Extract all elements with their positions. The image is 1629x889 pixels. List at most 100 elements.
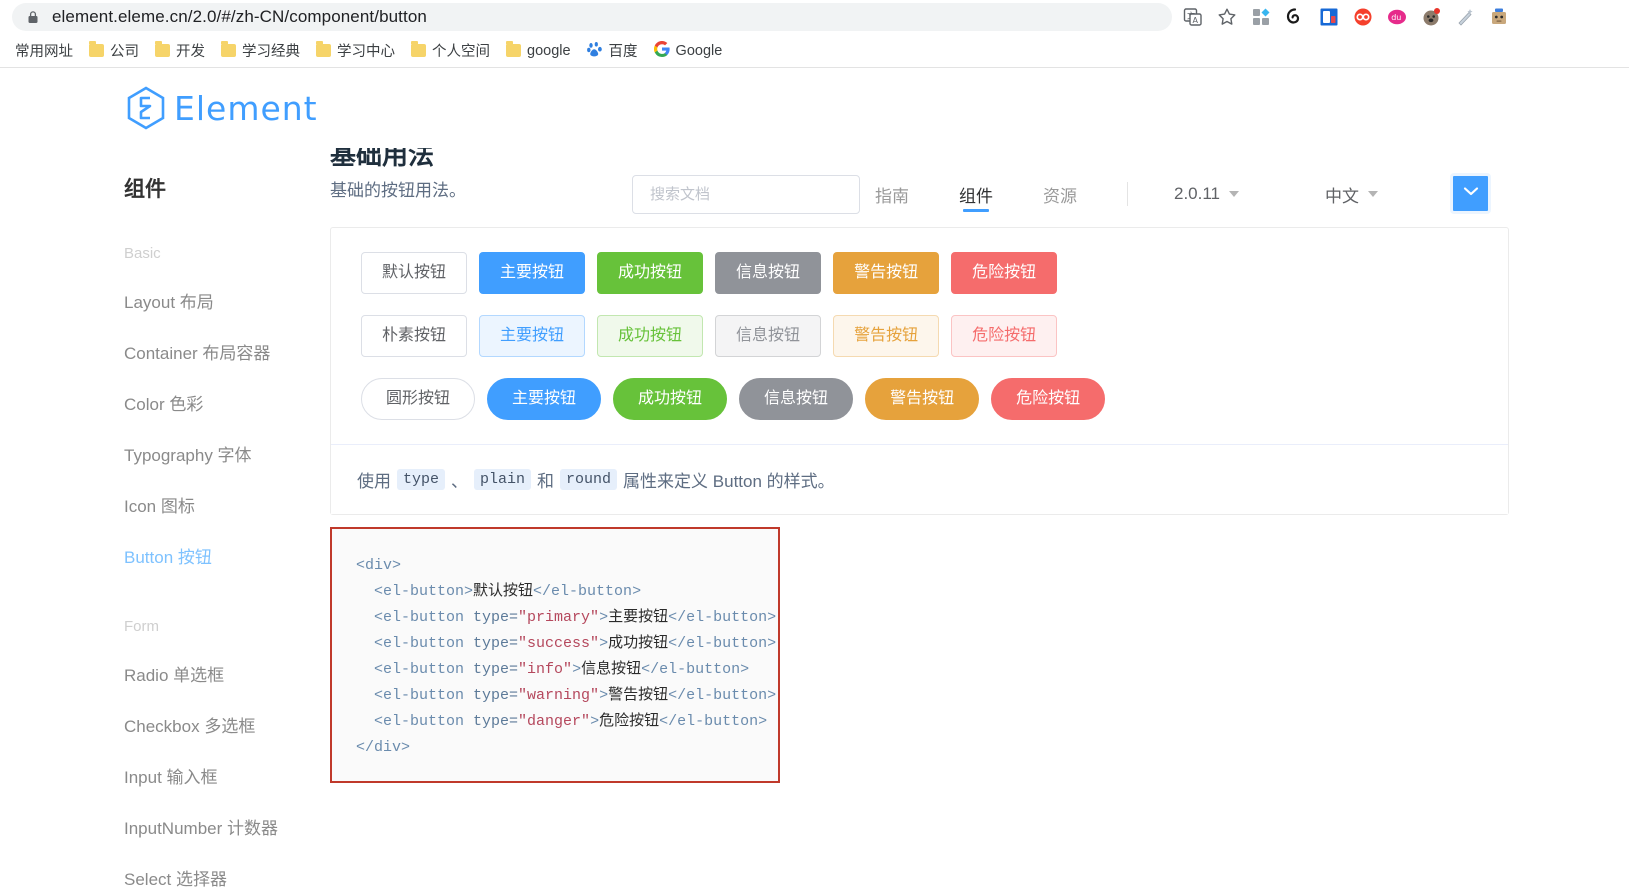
code-token-tag: <el-button	[356, 609, 474, 626]
code-token-tag: </el-button>	[668, 687, 777, 704]
code-token-tag: <el-button>	[356, 583, 474, 600]
bookmark-item[interactable]: 学习中心	[309, 38, 402, 64]
button-plain-success[interactable]: 成功按钮	[597, 315, 704, 357]
button-plain-info[interactable]: 信息按钮	[715, 315, 822, 357]
button-round-info[interactable]: 信息按钮	[739, 378, 854, 420]
button-round-danger[interactable]: 危险按钮	[991, 378, 1106, 420]
sidebar-item-typography[interactable]: Typography 字体	[124, 441, 330, 466]
omnibar-row: element.eleme.cn/2.0/#/zh-CN/component/b…	[0, 0, 1629, 34]
svg-text:A: A	[1193, 16, 1199, 25]
bookmark-item[interactable]: 学习经典	[214, 38, 307, 64]
code-line: <el-button type="warning">警告按钮</el-butto…	[332, 683, 778, 709]
code-line: </div>	[332, 735, 778, 761]
sidebar-item-icon[interactable]: Icon 图标	[124, 492, 330, 517]
button-row-round: 圆形按钮 主要按钮 成功按钮 信息按钮 警告按钮 危险按钮	[361, 378, 1484, 420]
code-line: <div>	[332, 553, 778, 579]
code-line: <el-button type="primary">主要按钮</el-butto…	[332, 605, 778, 631]
button-warning[interactable]: 警告按钮	[833, 252, 940, 294]
bookmark-star-icon[interactable]	[1216, 6, 1238, 28]
bookmark-item[interactable]: 百度	[580, 38, 645, 64]
button-success[interactable]: 成功按钮	[597, 252, 704, 294]
code-token-text: 成功按钮	[608, 635, 669, 652]
code-token-tag: </el-button>	[668, 609, 777, 626]
folder-icon	[155, 41, 170, 57]
sidebar-item-input[interactable]: Input 输入框	[124, 763, 330, 788]
code-token-tag: </el-button>	[659, 713, 768, 730]
button-round-success[interactable]: 成功按钮	[613, 378, 728, 420]
code-token-attr: type=	[473, 661, 519, 678]
button-round-primary[interactable]: 主要按钮	[487, 378, 602, 420]
bookmark-item[interactable]: google	[499, 38, 578, 64]
sidebar-item-radio[interactable]: Radio 单选框	[124, 661, 330, 686]
baidu-netdisk-icon[interactable]: du	[1386, 6, 1408, 28]
folder-icon	[411, 41, 426, 57]
code-token-str: "warning"	[518, 687, 600, 704]
body-wrapper: 组件 Basic Layout 布局 Container 布局容器 Color …	[0, 148, 1629, 889]
bookmark-label: 常用网址	[15, 44, 73, 60]
bookmark-label: 开发	[176, 44, 205, 60]
code-line: <el-button type="success">成功按钮</el-butto…	[332, 631, 778, 657]
element-hexagon-logo-icon	[126, 86, 166, 130]
robot-profile-icon[interactable]	[1488, 6, 1510, 28]
bookmark-item[interactable]: 个人空间	[404, 38, 497, 64]
button-plain-default[interactable]: 朴素按钮	[361, 315, 468, 357]
bookmark-item[interactable]: Google	[647, 38, 730, 64]
usage-sep2: 和	[537, 472, 555, 491]
site-logo[interactable]: Element	[126, 86, 318, 130]
bookmark-item[interactable]: 公司	[82, 38, 146, 64]
button-round-warning[interactable]: 警告按钮	[865, 378, 980, 420]
code-token-tag: <el-button	[356, 713, 474, 730]
sidebar-item-container[interactable]: Container 布局容器	[124, 339, 330, 364]
code-token-tag: <div>	[356, 557, 402, 574]
lock-icon	[26, 10, 40, 24]
page-title: 基础用法	[330, 148, 435, 168]
button-plain-warning[interactable]: 警告按钮	[833, 315, 940, 357]
sidebar-item-color[interactable]: Color 色彩	[124, 390, 330, 415]
address-bar[interactable]: element.eleme.cn/2.0/#/zh-CN/component/b…	[12, 3, 1172, 31]
button-round-default[interactable]: 圆形按钮	[361, 378, 476, 420]
button-danger[interactable]: 危险按钮	[951, 252, 1058, 294]
pug-avatar-icon[interactable]	[1420, 6, 1442, 28]
usage-prefix: 使用	[357, 472, 391, 491]
evernote-icon[interactable]	[1284, 6, 1306, 28]
button-plain-primary[interactable]: 主要按钮	[479, 315, 586, 357]
code-line: <el-button type="danger">危险按钮</el-button…	[332, 709, 778, 735]
button-primary[interactable]: 主要按钮	[479, 252, 586, 294]
pocket-extension-icon[interactable]	[1318, 6, 1340, 28]
code-token-str: "info"	[518, 661, 573, 678]
button-info[interactable]: 信息按钮	[715, 252, 822, 294]
infinity-extension-icon[interactable]	[1352, 6, 1374, 28]
sidebar-item-layout[interactable]: Layout 布局	[124, 288, 330, 313]
code-line: <el-button type="info">信息按钮</el-button>	[332, 657, 778, 683]
code-token-text: 危险按钮	[599, 713, 660, 730]
sidebar-item-inputnumber[interactable]: InputNumber 计数器	[124, 814, 330, 839]
bookmark-label: 学习中心	[337, 44, 395, 60]
code-token-text: 默认按钮	[473, 583, 534, 600]
bookmark-item[interactable]: 常用网址	[8, 38, 80, 64]
code-line: <el-button>默认按钮</el-button>	[332, 579, 778, 605]
section-description: 基础的按钮用法。	[330, 181, 466, 200]
button-plain-danger[interactable]: 危险按钮	[951, 315, 1058, 357]
site-header: Element 指南 组件 资源 2.0.11 中文	[0, 68, 1629, 214]
button-row-plain: 朴素按钮 主要按钮 成功按钮 信息按钮 警告按钮 危险按钮	[361, 315, 1484, 357]
browser-chrome: element.eleme.cn/2.0/#/zh-CN/component/b…	[0, 0, 1629, 68]
translate-icon[interactable]: 文 A	[1182, 6, 1204, 28]
main-content: 基础用法 基础的按钮用法。 默认按钮 主要按钮 成功按钮 信息按钮 警告按钮 危…	[330, 148, 1629, 889]
code-plain: plain	[474, 469, 532, 490]
folder-icon	[89, 41, 104, 57]
demo-description-panel: 使用 type 、 plain 和 round 属性来定义 Button 的样式…	[331, 444, 1508, 514]
sidebar-title: 组件	[124, 178, 166, 201]
sidebar-item-checkbox[interactable]: Checkbox 多选框	[124, 712, 330, 737]
code-token-attr: type=	[473, 687, 519, 704]
code-token-tag: </el-button>	[641, 661, 750, 678]
sidebar-item-button[interactable]: Button 按钮	[124, 543, 330, 568]
sidebar-item-select[interactable]: Select 选择器	[124, 865, 330, 889]
bookmarks-bar: 常用网址 公司 开发 学习经典 学习中心 个人空间 google 百度 Goog…	[0, 34, 1629, 68]
sidebar-group-basic: Basic	[124, 245, 161, 262]
button-default[interactable]: 默认按钮	[361, 252, 468, 294]
code-token-tag: <el-button	[356, 635, 474, 652]
wand-extension-icon[interactable]	[1454, 6, 1476, 28]
extensions-puzzle-icon[interactable]	[1250, 6, 1272, 28]
bookmark-item[interactable]: 开发	[148, 38, 212, 64]
svg-text:du: du	[1391, 13, 1401, 22]
